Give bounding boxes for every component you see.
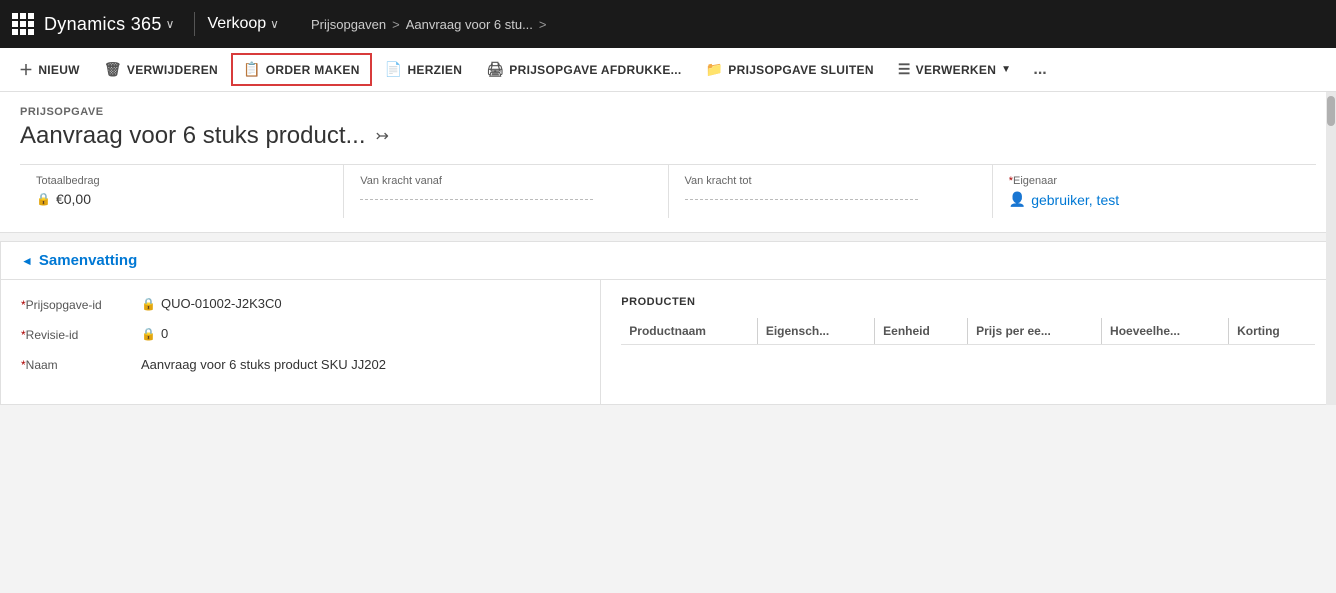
- sluiten-icon: 📁: [706, 61, 724, 78]
- samenvatting-section: ◄ Samenvatting *Prijsopgave-id 🔒 QUO-010…: [0, 241, 1336, 405]
- section-right: PRODUCTEN Productnaam Eigensch... Eenhei…: [601, 280, 1335, 404]
- prijsopgave-req-star: *: [21, 298, 26, 312]
- order-maken-label: ORDER MAKEN: [266, 63, 360, 77]
- more-button[interactable]: ...: [1024, 54, 1055, 86]
- naam-value: Aanvraag voor 6 stuks product SKU JJ202: [141, 356, 580, 374]
- header-field-van-kracht-tot: Van kracht tot: [669, 165, 993, 218]
- van-kracht-tot-label: Van kracht tot: [685, 175, 976, 187]
- order-maken-icon: 📋: [243, 61, 261, 78]
- totaalbedrag-label: Totaalbedrag: [36, 175, 327, 187]
- order-maken-button[interactable]: 📋 ORDER MAKEN: [231, 53, 372, 86]
- form-field-revisie-id: *Revisie-id 🔒 0: [21, 326, 580, 342]
- naam-label: *Naam: [21, 356, 141, 372]
- eigenaar-label: *Eigenaar: [1009, 175, 1300, 187]
- breadcrumb-item2: Aanvraag voor 6 stu...: [406, 17, 533, 32]
- nav-divider: [194, 12, 195, 36]
- breadcrumb-sep1: >: [392, 17, 400, 32]
- verwerken-button[interactable]: ☰ VERWERKEN ▼: [887, 54, 1023, 85]
- van-kracht-vanaf-dash: [360, 199, 593, 200]
- prijsopgave-id-label: *Prijsopgave-id: [21, 296, 141, 312]
- verwerken-dropdown-icon: ▼: [1001, 64, 1011, 75]
- van-kracht-vanaf-label: Van kracht vanaf: [360, 175, 651, 187]
- products-table-header-row: Productnaam Eigensch... Eenheid Prijs pe…: [621, 318, 1315, 345]
- sluiten-button[interactable]: 📁 PRIJSOPGAVE SLUITEN: [695, 54, 885, 85]
- scrollbar-thumb: [1327, 96, 1335, 126]
- revisie-id-value: 🔒 0: [141, 326, 580, 341]
- section-header: ◄ Samenvatting: [1, 242, 1335, 280]
- record-header: PRIJSOPGAVE Aanvraag voor 6 stuks produc…: [0, 92, 1336, 233]
- eigenaar-value: 👤 gebruiker, test: [1009, 191, 1300, 208]
- record-title-row: Aanvraag voor 6 stuks product... ↣: [20, 122, 1316, 150]
- eigenaar-link[interactable]: gebruiker, test: [1031, 192, 1119, 208]
- section-body: *Prijsopgave-id 🔒 QUO-01002-J2K3C0 *Revi…: [1, 280, 1335, 404]
- revisie-id-label: *Revisie-id: [21, 326, 141, 342]
- form-field-prijsopgave-id: *Prijsopgave-id 🔒 QUO-01002-J2K3C0: [21, 296, 580, 312]
- naam-text: Aanvraag voor 6 stuks product SKU JJ202: [141, 356, 386, 374]
- breadcrumb-item1[interactable]: Prijsopgaven: [311, 17, 386, 32]
- van-kracht-tot-value[interactable]: [685, 191, 976, 200]
- prijsopgave-id-lock-icon: 🔒: [141, 297, 156, 311]
- herzien-button[interactable]: 📄 HERZIEN: [374, 54, 474, 85]
- main-content: PRIJSOPGAVE Aanvraag voor 6 stuks produc…: [0, 92, 1336, 405]
- record-title: Aanvraag voor 6 stuks product...: [20, 122, 366, 150]
- breadcrumb: Prijsopgaven > Aanvraag voor 6 stu... >: [311, 17, 547, 32]
- delete-button[interactable]: 🗑 VERWIJDEREN: [93, 54, 229, 85]
- module-name[interactable]: Verkoop: [207, 15, 266, 33]
- record-type-label: PRIJSOPGAVE: [20, 106, 1316, 118]
- prijsopgave-id-text: QUO-01002-J2K3C0: [161, 296, 282, 311]
- section-title: Samenvatting: [39, 252, 137, 269]
- print-icon: 🖨: [486, 61, 504, 78]
- totaalbedrag-value: 🔒 €0,00: [36, 191, 327, 207]
- verwerken-label: VERWERKEN: [916, 63, 997, 77]
- revisie-req-star: *: [21, 328, 26, 342]
- app-name: Dynamics 365: [44, 14, 162, 35]
- header-field-eigenaar: *Eigenaar 👤 gebruiker, test: [993, 165, 1316, 218]
- header-field-totaalbedrag: Totaalbedrag 🔒 €0,00: [20, 165, 344, 218]
- new-label: NIEUW: [38, 63, 80, 77]
- revisie-id-lock-icon: 🔒: [141, 327, 156, 341]
- col-eenheid: Eenheid: [875, 318, 968, 345]
- new-icon: ＋: [19, 60, 33, 80]
- module-chevron-icon[interactable]: ∨: [270, 17, 279, 31]
- print-label: PRIJSOPGAVE AFDRUKKE...: [509, 63, 681, 77]
- products-table: Productnaam Eigensch... Eenheid Prijs pe…: [621, 318, 1315, 345]
- breadcrumb-sep2: >: [539, 17, 547, 32]
- new-button[interactable]: ＋ NIEUW: [8, 53, 91, 87]
- form-field-naam: *Naam Aanvraag voor 6 stuks product SKU …: [21, 356, 580, 374]
- van-kracht-tot-dash: [685, 199, 918, 200]
- col-productnaam: Productnaam: [621, 318, 757, 345]
- section-collapse-icon[interactable]: ◄: [21, 254, 33, 268]
- section-left: *Prijsopgave-id 🔒 QUO-01002-J2K3C0 *Revi…: [1, 280, 601, 404]
- top-nav-bar: Dynamics 365 ∨ Verkoop ∨ Prijsopgaven > …: [0, 0, 1336, 48]
- command-bar: ＋ NIEUW 🗑 VERWIJDEREN 📋 ORDER MAKEN 📄 HE…: [0, 48, 1336, 92]
- delete-label: VERWIJDEREN: [127, 63, 218, 77]
- col-eigensch: Eigensch...: [757, 318, 874, 345]
- verwerken-icon: ☰: [898, 61, 911, 78]
- van-kracht-vanaf-value[interactable]: [360, 191, 651, 200]
- waffle-icon[interactable]: [12, 13, 34, 35]
- totaalbedrag-amount: €0,00: [56, 191, 91, 207]
- totaalbedrag-lock-icon: 🔒: [36, 192, 51, 206]
- col-hoeveelheid: Hoeveelhe...: [1102, 318, 1229, 345]
- col-korting: Korting: [1229, 318, 1315, 345]
- col-prijs: Prijs per ee...: [968, 318, 1102, 345]
- prijsopgave-id-value: 🔒 QUO-01002-J2K3C0: [141, 296, 580, 311]
- app-chevron-icon[interactable]: ∨: [166, 17, 175, 31]
- naam-req-star: *: [21, 358, 26, 372]
- delete-icon: 🗑: [104, 61, 122, 78]
- header-fields: Totaalbedrag 🔒 €0,00 Van kracht vanaf Va…: [20, 164, 1316, 218]
- herzien-icon: 📄: [385, 61, 403, 78]
- eigenaar-person-icon: 👤: [1009, 191, 1026, 208]
- herzien-label: HERZIEN: [407, 63, 462, 77]
- sluiten-label: PRIJSOPGAVE SLUITEN: [728, 63, 874, 77]
- record-menu-icon[interactable]: ↣: [376, 126, 389, 146]
- print-button[interactable]: 🖨 PRIJSOPGAVE AFDRUKKE...: [475, 54, 692, 85]
- products-label: PRODUCTEN: [621, 296, 1315, 308]
- header-field-van-kracht-vanaf: Van kracht vanaf: [344, 165, 668, 218]
- scrollbar-right[interactable]: [1326, 92, 1336, 405]
- revisie-id-text: 0: [161, 326, 168, 341]
